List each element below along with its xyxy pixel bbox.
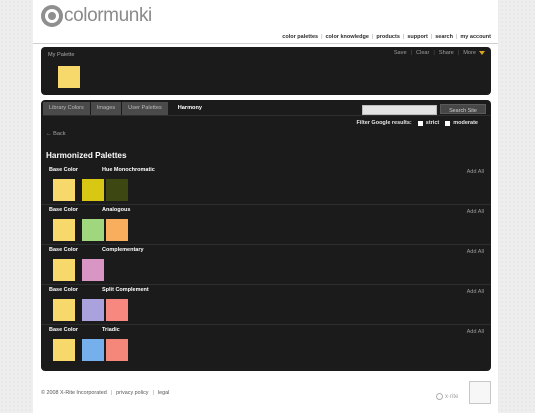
- my-palette-panel: My Palette Save | Clear | Share | More: [41, 47, 491, 95]
- add-all-button[interactable]: Add All: [467, 329, 484, 335]
- pantone-badge: [469, 381, 491, 404]
- harmony-name: Triadic: [102, 327, 120, 333]
- harmony-color-swatch[interactable]: [82, 339, 104, 361]
- nav-color-palettes[interactable]: color palettes: [282, 34, 318, 40]
- harmony-name: Analogous: [102, 207, 131, 213]
- google-filter: Filter Google results: strict moderate: [356, 120, 478, 126]
- harmony-name: Hue Monochromatic: [102, 167, 155, 173]
- harmony-row: Base Color Triadic Add All: [41, 324, 491, 364]
- harmony-swatches: [82, 299, 130, 321]
- logo-mark-icon: [41, 5, 63, 27]
- colormunki-logo[interactable]: colormunki: [41, 4, 152, 28]
- base-color-label: Base Color: [49, 167, 79, 173]
- base-color-label: Base Color: [49, 247, 79, 253]
- add-all-button[interactable]: Add All: [467, 249, 484, 255]
- harmony-row: Base Color Complementary Add All: [41, 244, 491, 284]
- harmonized-palettes-heading: Harmonized Palettes: [46, 151, 127, 160]
- tab-user-palettes[interactable]: User Palettes: [122, 102, 168, 115]
- xrite-logo-text: x·rite: [445, 393, 459, 400]
- add-all-button[interactable]: Add All: [467, 169, 484, 175]
- base-color-label: Base Color: [49, 207, 79, 213]
- harmony-color-swatch[interactable]: [106, 339, 128, 361]
- caret-down-icon[interactable]: [479, 51, 485, 55]
- base-color-swatch[interactable]: [53, 339, 75, 361]
- add-all-button[interactable]: Add All: [467, 289, 484, 295]
- action-separator: |: [433, 50, 435, 56]
- footer: © 2008 X-Rite Incorporated | privacy pol…: [41, 390, 169, 396]
- more-button[interactable]: More: [463, 50, 476, 56]
- harmony-color-swatch[interactable]: [106, 179, 128, 201]
- action-separator: |: [457, 50, 460, 56]
- base-color-label: Base Color: [49, 287, 79, 293]
- share-button[interactable]: Share: [439, 50, 454, 56]
- moderate-label: moderate: [453, 120, 478, 126]
- harmony-name: Complementary: [102, 247, 144, 253]
- nav-search[interactable]: search: [435, 34, 453, 40]
- harmony-name: Split Complement: [102, 287, 149, 293]
- back-link[interactable]: ← Back: [46, 131, 66, 137]
- tab-harmony[interactable]: Harmony: [168, 102, 211, 115]
- nav-separator: |: [455, 34, 458, 40]
- harmony-color-swatch[interactable]: [82, 259, 104, 281]
- footer-separator: |: [110, 390, 113, 396]
- my-palette-title: My Palette: [48, 52, 75, 58]
- xrite-logo: x·rite: [436, 393, 458, 400]
- palette-actions: Save | Clear | Share | More: [394, 50, 485, 56]
- xrite-mark-icon: [436, 393, 443, 400]
- harmony-swatches: [82, 339, 130, 361]
- header-divider: [33, 43, 498, 44]
- copyright-text: © 2008 X-Rite Incorporated: [41, 390, 107, 396]
- harmony-color-swatch[interactable]: [106, 299, 128, 321]
- footer-separator: |: [152, 390, 154, 396]
- harmony-color-swatch[interactable]: [82, 179, 104, 201]
- harmony-row: Base Color Hue Monochromatic Add All: [41, 165, 491, 204]
- strict-checkbox[interactable]: [417, 120, 423, 126]
- search-site-button[interactable]: Search Site: [440, 104, 486, 114]
- harmony-rows: Base Color Hue Monochromatic Add All Base C…: [41, 165, 491, 364]
- nav-separator: |: [402, 34, 405, 40]
- harmony-swatches: [82, 219, 130, 241]
- nav-separator: |: [321, 34, 323, 40]
- nav-separator: |: [430, 34, 433, 40]
- base-color-swatch[interactable]: [53, 219, 75, 241]
- base-color-swatch[interactable]: [53, 299, 75, 321]
- privacy-policy-link[interactable]: privacy policy: [116, 390, 148, 396]
- nav-support[interactable]: support: [407, 34, 427, 40]
- add-all-button[interactable]: Add All: [467, 209, 484, 215]
- tab-bar: Library Colors Images User Palettes Harm…: [43, 102, 212, 115]
- harmony-color-swatch[interactable]: [82, 299, 104, 321]
- nav-products[interactable]: products: [376, 34, 400, 40]
- moderate-checkbox[interactable]: [445, 120, 451, 126]
- strict-label: strict: [425, 120, 440, 126]
- action-separator: |: [410, 50, 413, 56]
- base-color-swatch[interactable]: [53, 259, 75, 281]
- nav-color-knowledge[interactable]: color knowledge: [326, 34, 369, 40]
- harmony-swatches: [82, 259, 106, 281]
- my-palette-swatch[interactable]: [58, 66, 80, 88]
- tab-divider: [43, 115, 491, 116]
- nav-separator: |: [371, 34, 374, 40]
- top-nav: color palettes | color knowledge | produ…: [282, 32, 491, 42]
- base-color-swatch[interactable]: [53, 179, 75, 201]
- harmony-row: Base Color Analogous Add All: [41, 204, 491, 244]
- harmony-color-swatch[interactable]: [106, 219, 128, 241]
- clear-button[interactable]: Clear: [416, 50, 429, 56]
- harmony-row: Base Color Split Complement Add All: [41, 284, 491, 324]
- legal-link[interactable]: legal: [158, 390, 169, 396]
- harmony-panel: Library Colors Images User Palettes Harm…: [41, 100, 491, 371]
- page: colormunki color palettes | color knowle…: [33, 0, 498, 413]
- harmony-color-swatch[interactable]: [82, 219, 104, 241]
- base-color-label: Base Color: [49, 327, 79, 333]
- save-button[interactable]: Save: [394, 50, 407, 56]
- nav-my-account[interactable]: my account: [460, 34, 491, 40]
- search-input[interactable]: [362, 105, 437, 115]
- logo-text: colormunki: [64, 5, 152, 26]
- harmony-swatches: [82, 179, 130, 201]
- tab-library-colors[interactable]: Library Colors: [43, 102, 90, 115]
- tab-images[interactable]: Images: [90, 102, 122, 115]
- filter-label: Filter Google results:: [356, 120, 412, 126]
